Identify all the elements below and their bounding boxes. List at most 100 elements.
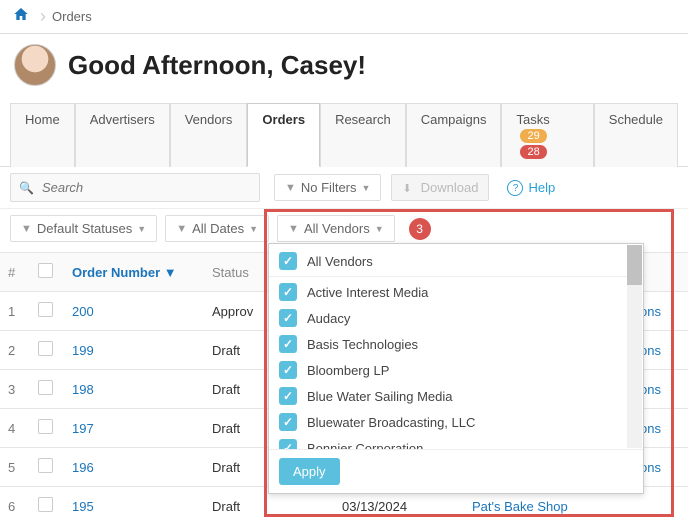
no-filters-label: No Filters bbox=[301, 180, 357, 195]
vendor-dropdown: ✓ All Vendors ✓ Active Interest Media ✓ … bbox=[268, 243, 644, 494]
chevron-right-icon: › bbox=[40, 6, 46, 27]
all-vendors-button[interactable]: ▼ All Vendors ▼ bbox=[277, 215, 395, 242]
page-title: Good Afternoon, Casey! bbox=[68, 50, 366, 81]
row-checkbox-cell bbox=[30, 331, 64, 370]
tab-tasks-label: Tasks bbox=[516, 112, 549, 127]
row-checkbox-cell bbox=[30, 487, 64, 525]
apply-button[interactable]: Apply bbox=[279, 458, 340, 485]
filter-icon: ▼ bbox=[21, 223, 32, 235]
row-checkbox[interactable] bbox=[38, 341, 53, 356]
default-statuses-label: Default Statuses bbox=[37, 221, 132, 236]
row-order-number: 199 bbox=[64, 331, 204, 370]
help-link[interactable]: Help bbox=[507, 179, 555, 197]
order-link[interactable]: 197 bbox=[72, 421, 94, 436]
select-all-checkbox[interactable] bbox=[38, 263, 53, 278]
all-dates-button[interactable]: ▼ All Dates ▼ bbox=[165, 215, 269, 242]
vendor-option-label: Basis Technologies bbox=[307, 337, 418, 352]
vendor-option[interactable]: ✓ Bluewater Broadcasting, LLC bbox=[269, 409, 643, 435]
vendor-dropdown-list[interactable]: ✓ All Vendors ✓ Active Interest Media ✓ … bbox=[269, 244, 643, 449]
row-checkbox[interactable] bbox=[38, 302, 53, 317]
sort-icon: ▼ bbox=[164, 265, 177, 280]
tasks-badge-1: 29 bbox=[520, 129, 546, 143]
checkbox-checked-icon: ✓ bbox=[279, 283, 297, 301]
checkbox-checked-icon: ✓ bbox=[279, 361, 297, 379]
avatar[interactable] bbox=[14, 44, 56, 86]
row-checkbox[interactable] bbox=[38, 380, 53, 395]
vendor-option-label: All Vendors bbox=[307, 254, 373, 269]
row-order-number: 200 bbox=[64, 292, 204, 331]
download-button[interactable]: Download bbox=[391, 174, 489, 201]
vendor-option[interactable]: ✓ Audacy bbox=[269, 305, 643, 331]
greeting-row: Good Afternoon, Casey! bbox=[0, 34, 688, 102]
tasks-badge-2: 28 bbox=[520, 145, 546, 159]
caret-icon: ▼ bbox=[375, 224, 384, 234]
caret-icon: ▼ bbox=[137, 224, 146, 234]
order-link[interactable]: 196 bbox=[72, 460, 94, 475]
toolbar-2: ▼ Default Statuses ▼ ▼ All Dates ▼ ▼ All… bbox=[0, 209, 688, 252]
order-link[interactable]: 195 bbox=[72, 499, 94, 514]
row-checkbox-cell bbox=[30, 370, 64, 409]
row-checkbox[interactable] bbox=[38, 497, 53, 512]
row-checkbox-cell bbox=[30, 292, 64, 331]
row-checkbox[interactable] bbox=[38, 419, 53, 434]
vendor-option-label: Audacy bbox=[307, 311, 350, 326]
col-order-number-label: Order Number bbox=[72, 265, 160, 280]
vendor-dropdown-footer: Apply bbox=[269, 449, 643, 493]
all-dates-label: All Dates bbox=[192, 221, 244, 236]
scrollbar-thumb[interactable] bbox=[627, 245, 642, 285]
breadcrumb: › Orders bbox=[0, 0, 688, 34]
home-icon[interactable] bbox=[12, 6, 30, 27]
tab-campaigns[interactable]: Campaigns bbox=[406, 103, 502, 167]
tabs: Home Advertisers Vendors Orders Research… bbox=[0, 102, 688, 167]
row-order-number: 196 bbox=[64, 448, 204, 487]
caret-icon: ▼ bbox=[249, 224, 258, 234]
tab-advertisers[interactable]: Advertisers bbox=[75, 103, 170, 167]
default-statuses-button[interactable]: ▼ Default Statuses ▼ bbox=[10, 215, 157, 242]
vendor-option[interactable]: ✓ Blue Water Sailing Media bbox=[269, 383, 643, 409]
row-checkbox-cell bbox=[30, 448, 64, 487]
vendor-option[interactable]: ✓ Bloomberg LP bbox=[269, 357, 643, 383]
filter-icon: ▼ bbox=[176, 223, 187, 235]
caret-icon: ▼ bbox=[362, 183, 371, 193]
vendor-option[interactable]: ✓ Basis Technologies bbox=[269, 331, 643, 357]
row-index: 1 bbox=[0, 292, 30, 331]
order-link[interactable]: 200 bbox=[72, 304, 94, 319]
no-filters-button[interactable]: ▼ No Filters ▼ bbox=[274, 174, 381, 201]
row-order-number: 195 bbox=[64, 487, 204, 525]
tab-orders[interactable]: Orders bbox=[247, 103, 320, 167]
vendor-option[interactable]: ✓ Active Interest Media bbox=[269, 279, 643, 305]
row-index: 2 bbox=[0, 331, 30, 370]
col-order-number[interactable]: Order Number ▼ bbox=[64, 253, 204, 292]
vendor-option-label: Bonnier Corporation bbox=[307, 441, 423, 450]
col-index: # bbox=[0, 253, 30, 292]
checkbox-checked-icon: ✓ bbox=[279, 387, 297, 405]
search-icon bbox=[19, 180, 40, 195]
search-input-wrap[interactable] bbox=[10, 173, 260, 202]
row-order-number: 197 bbox=[64, 409, 204, 448]
filter-icon: ▼ bbox=[285, 182, 296, 194]
row-index: 4 bbox=[0, 409, 30, 448]
advertiser-link[interactable]: Pat's Bake Shop bbox=[472, 499, 568, 514]
row-index: 6 bbox=[0, 487, 30, 525]
vendor-option[interactable]: ✓ Bonnier Corporation bbox=[269, 435, 643, 449]
vendor-option-label: Bloomberg LP bbox=[307, 363, 389, 378]
tab-tasks[interactable]: Tasks 29 28 bbox=[501, 103, 593, 167]
vendor-option-all[interactable]: ✓ All Vendors bbox=[269, 248, 643, 277]
tab-vendors[interactable]: Vendors bbox=[170, 103, 248, 167]
order-link[interactable]: 198 bbox=[72, 382, 94, 397]
download-icon bbox=[402, 180, 415, 195]
tab-research[interactable]: Research bbox=[320, 103, 406, 167]
vendor-option-label: Blue Water Sailing Media bbox=[307, 389, 452, 404]
row-checkbox[interactable] bbox=[38, 458, 53, 473]
tab-schedule[interactable]: Schedule bbox=[594, 103, 678, 167]
order-link[interactable]: 199 bbox=[72, 343, 94, 358]
row-index: 5 bbox=[0, 448, 30, 487]
checkbox-checked-icon: ✓ bbox=[279, 335, 297, 353]
help-icon bbox=[507, 179, 523, 197]
tab-home[interactable]: Home bbox=[10, 103, 75, 167]
breadcrumb-current: Orders bbox=[52, 9, 92, 24]
step-badge: 3 bbox=[409, 218, 431, 240]
vendor-option-label: Bluewater Broadcasting, LLC bbox=[307, 415, 475, 430]
checkbox-checked-icon: ✓ bbox=[279, 413, 297, 431]
search-input[interactable] bbox=[40, 179, 251, 196]
